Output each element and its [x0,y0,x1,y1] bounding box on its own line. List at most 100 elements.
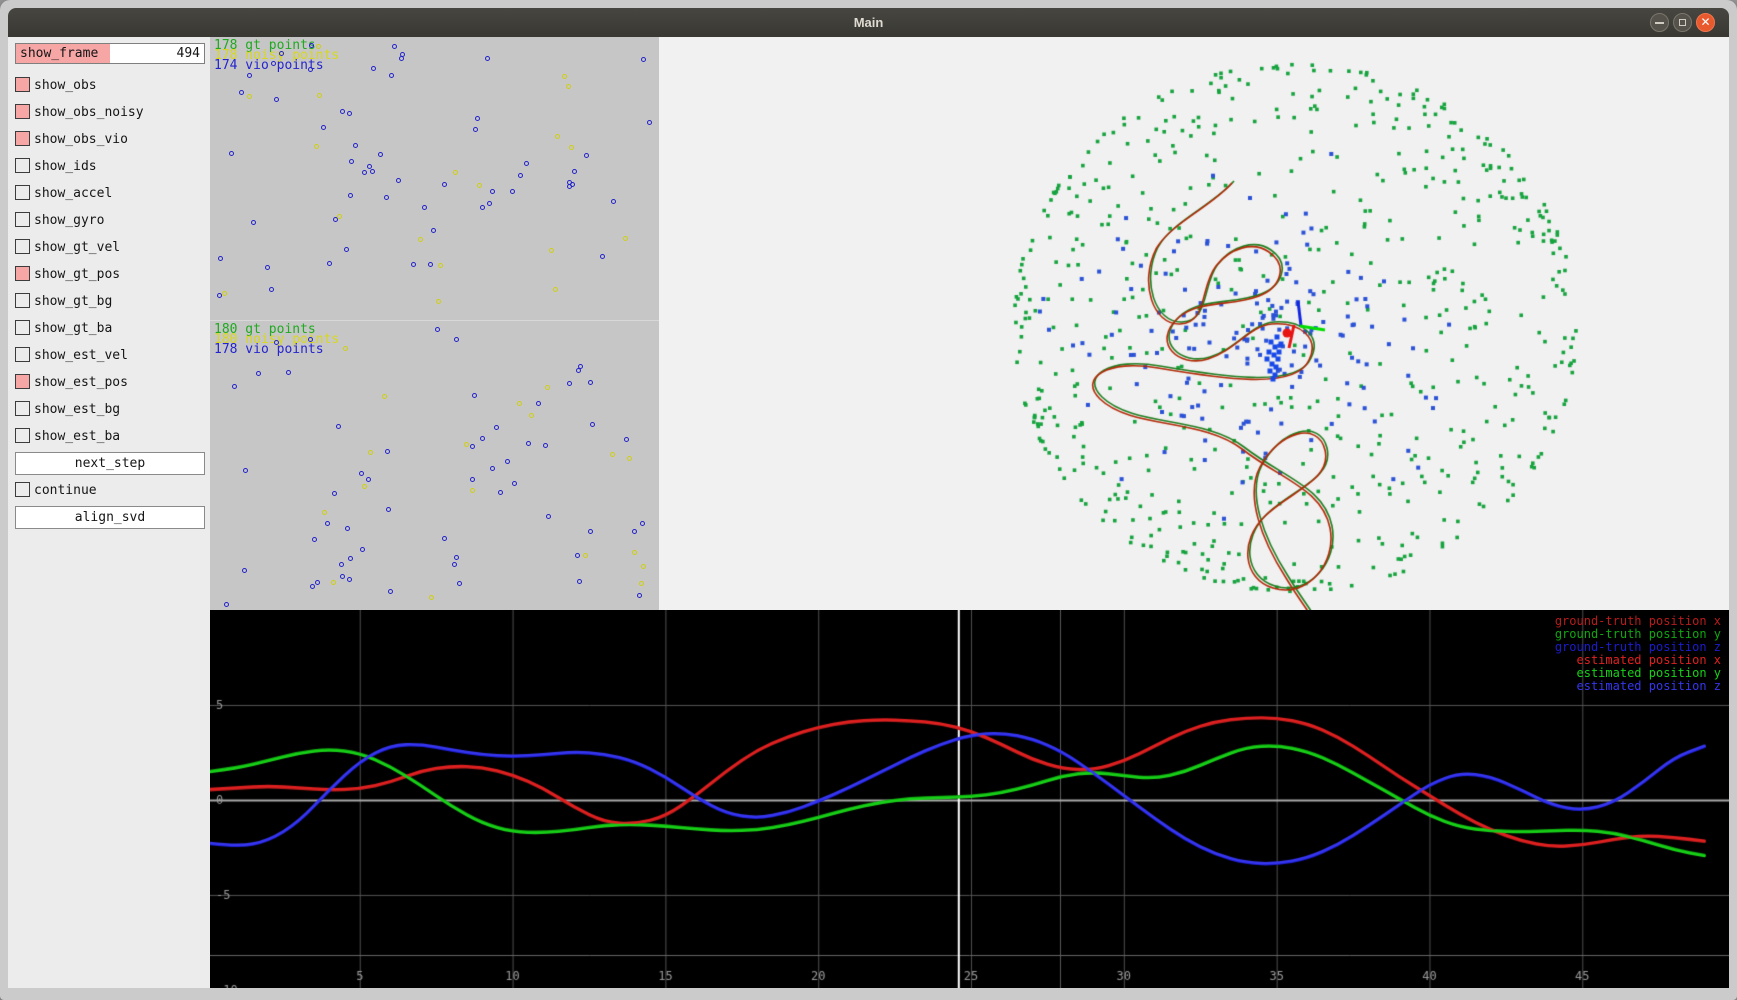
checkbox-show_obs[interactable]: show_obs [15,72,210,99]
checkbox-show_gyro[interactable]: show_gyro [15,207,210,234]
vio-point-dot [452,562,457,568]
vio-point-dot [307,336,313,342]
vio-point-dot [385,506,391,512]
noisy-point-dot [435,299,441,305]
noisy-point-dot [361,484,367,490]
vio-point-dot [566,183,572,189]
close-button[interactable]: ✕ [1696,13,1715,32]
checkbox-show_gt_vel[interactable]: show_gt_vel [15,234,210,261]
vio-point-dot [320,125,326,131]
noisy-point-dot [528,412,534,418]
checkbox-box[interactable] [15,347,30,362]
checkbox-show_gt_ba[interactable]: show_gt_ba [15,315,210,342]
checkbox-box[interactable] [15,374,30,389]
vio-point-dot [286,370,292,376]
camera-view-bottom: 180 gt points 180 noisy points 178 vio poi… [210,320,659,610]
title-bar[interactable]: Main ✕ [8,8,1729,37]
vio-point-dot [640,56,646,62]
camera-count-line: 178 vio points [214,342,324,357]
3d-map-view[interactable] [659,37,1729,610]
main-window: Main ✕ show_frame 494 show_obs show_obs_noi… [0,0,1737,1000]
minimize-button[interactable] [1650,13,1669,32]
vio-point-dot [624,436,629,442]
noisy-point-dot [381,394,387,400]
noisy-point-dot [562,74,568,80]
checkbox-box[interactable] [15,77,30,92]
vio-point-dot [256,371,262,377]
vio-point-dot [469,477,475,483]
vio-point-dot [575,552,581,558]
plot-legend: ground-truth position x ground-truth posi… [1555,615,1721,693]
vio-point-dot [577,364,583,370]
vio-point-dot [347,193,353,199]
vio-point-dot [566,381,572,387]
noisy-point-dot [313,144,319,150]
vio-point-dot [308,66,313,72]
vio-point-dot [241,567,247,573]
vio-point-dot [384,194,390,200]
checkbox-box[interactable] [15,266,30,281]
vio-point-dot [490,465,496,471]
checkbox-label: show_obs_vio [34,132,128,147]
checkbox-show_obs_vio[interactable]: show_obs_vio [15,126,210,153]
checkbox-continue[interactable]: continue [15,477,210,504]
checkbox-box[interactable] [15,212,30,227]
checkbox-box[interactable] [15,320,30,335]
checkbox-box[interactable] [15,239,30,254]
checkbox-box[interactable] [15,104,30,119]
checkbox-box[interactable] [15,185,30,200]
checkbox-label: show_est_vel [34,348,128,363]
vio-point-dot [489,188,495,194]
maximize-button[interactable] [1673,13,1692,32]
checkbox-label: continue [34,483,97,498]
checkbox-box[interactable] [15,158,30,173]
checkbox-box[interactable] [15,401,30,416]
vio-point-dot [587,379,593,385]
checkbox-box[interactable] [15,428,30,443]
vio-point-dot [525,440,531,446]
checkbox-show_gt_pos[interactable]: show_gt_pos [15,261,210,288]
vio-point-dot [637,592,643,598]
vio-point-dot [340,108,345,114]
vio-point-dot [218,255,224,261]
slider-show_frame[interactable]: show_frame 494 [15,43,205,64]
checkbox-show_est_vel[interactable]: show_est_vel [15,342,210,369]
button-align_svd[interactable]: align_svd [15,506,205,529]
checkbox-show_est_ba[interactable]: show_est_ba [15,423,210,450]
checkbox-show_est_bg[interactable]: show_est_bg [15,396,210,423]
vio-point-dot [387,589,393,595]
vio-point-dot [278,50,284,56]
checkbox-box[interactable] [15,482,30,497]
vio-point-dot [264,264,270,270]
noisy-point-dot [438,262,443,268]
vio-point-dot [269,286,275,292]
vio-point-dot [480,436,486,442]
vio-point-dot [504,458,510,464]
checkbox-show_ids[interactable]: show_ids [15,153,210,180]
vio-point-dot [359,546,365,552]
checkbox-box[interactable] [15,293,30,308]
noisy-point-dot [315,43,321,49]
minimize-icon [1655,22,1664,24]
noisy-point-dot [464,441,470,447]
checkbox-show_est_pos[interactable]: show_est_pos [15,369,210,396]
vio-point-dot [223,602,229,607]
vio-point-dot [475,115,481,121]
checkbox-show_obs_noisy[interactable]: show_obs_noisy [15,99,210,126]
checkbox-show_accel[interactable]: show_accel [15,180,210,207]
checkbox-box[interactable] [15,131,30,146]
vio-point-dot [430,227,436,233]
vio-point-dot [346,111,352,117]
vio-point-dot [377,152,383,158]
noisy-point-dot [582,552,588,558]
vio-point-dot [498,489,504,495]
vio-point-dot [469,443,475,449]
position-plot[interactable]: ground-truth position x ground-truth posi… [210,610,1729,988]
vio-point-dot [599,253,605,259]
checkbox-show_gt_bg[interactable]: show_gt_bg [15,288,210,315]
noisy-point-dot [330,580,336,586]
button-next_step[interactable]: next_step [15,452,205,475]
vio-point-dot [370,66,376,72]
vio-point-dot [326,261,332,266]
vio-point-dot [441,535,447,541]
